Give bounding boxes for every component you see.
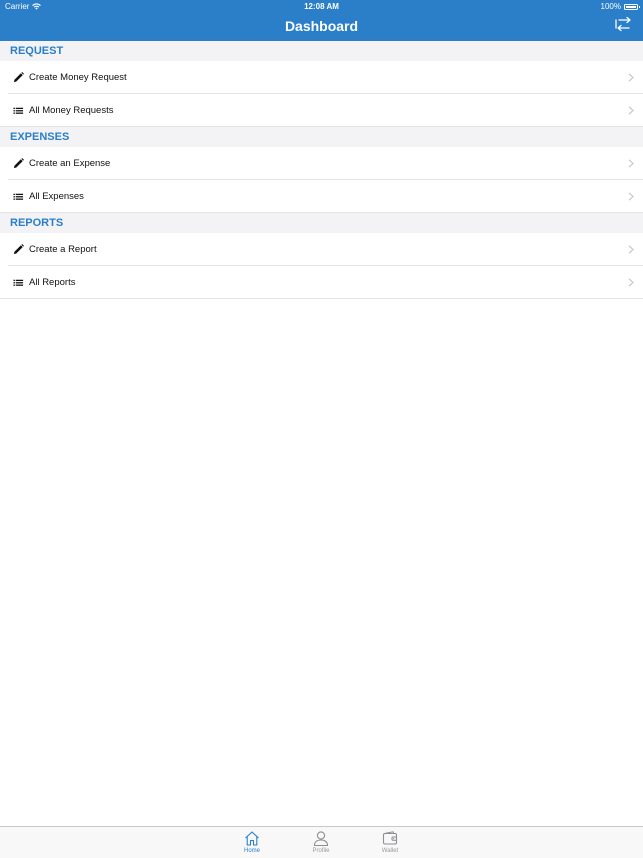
pencil-icon (13, 72, 24, 83)
all-reports-row[interactable]: All Reports (0, 266, 643, 299)
wallet-icon (382, 831, 398, 845)
create-report-row[interactable]: Create a Report (0, 233, 643, 266)
logout-arrows-icon (615, 16, 631, 32)
chevron-right-icon (628, 73, 634, 82)
chevron-right-icon (628, 278, 634, 287)
row-label: All Expenses (29, 191, 84, 202)
list-icon (13, 193, 24, 200)
create-money-request-row[interactable]: Create Money Request (0, 61, 643, 94)
pencil-icon (13, 158, 24, 169)
row-label: Create an Expense (29, 158, 111, 169)
chevron-right-icon (628, 106, 634, 115)
section-header-reports: REPORTS (0, 213, 643, 233)
battery-label: 100% (600, 2, 621, 11)
battery-indicator: 100% (600, 0, 640, 13)
tab-home[interactable]: Home (232, 827, 272, 858)
row-label: Create a Report (29, 244, 97, 255)
tab-profile[interactable]: Profile (301, 827, 341, 858)
list-icon (13, 279, 24, 286)
person-icon (313, 831, 329, 846)
create-expense-row[interactable]: Create an Expense (0, 147, 643, 180)
navigation-bar: Carrier 12:08 AM 100% Dashboard (0, 0, 643, 41)
all-expenses-row[interactable]: All Expenses (0, 180, 643, 213)
status-bar: Carrier 12:08 AM 100% (0, 0, 643, 13)
chevron-right-icon (628, 159, 634, 168)
tab-bar: Home Profile Wallet (0, 826, 643, 858)
row-label: Create Money Request (29, 72, 127, 83)
status-time: 12:08 AM (304, 2, 339, 11)
home-icon (245, 831, 259, 846)
section-header-expenses: EXPENSES (0, 127, 643, 147)
section-header-request: REQUEST (0, 41, 643, 61)
page-title: Dashboard (284, 18, 359, 34)
tab-label: Home (243, 848, 260, 854)
tab-wallet[interactable]: Wallet (370, 827, 410, 858)
chevron-right-icon (628, 192, 634, 201)
battery-icon (624, 3, 640, 10)
chevron-right-icon (628, 245, 634, 254)
tab-label: Profile (312, 848, 330, 854)
battery-fill (626, 5, 636, 8)
dashboard-menu: REQUEST Create Money Request All Money R… (0, 41, 643, 299)
all-money-requests-row[interactable]: All Money Requests (0, 94, 643, 127)
logout-button[interactable] (615, 16, 633, 33)
pencil-icon (13, 244, 24, 255)
list-icon (13, 107, 24, 114)
tab-label: Wallet (381, 848, 399, 854)
row-label: All Money Requests (29, 105, 114, 116)
row-label: All Reports (29, 277, 76, 288)
